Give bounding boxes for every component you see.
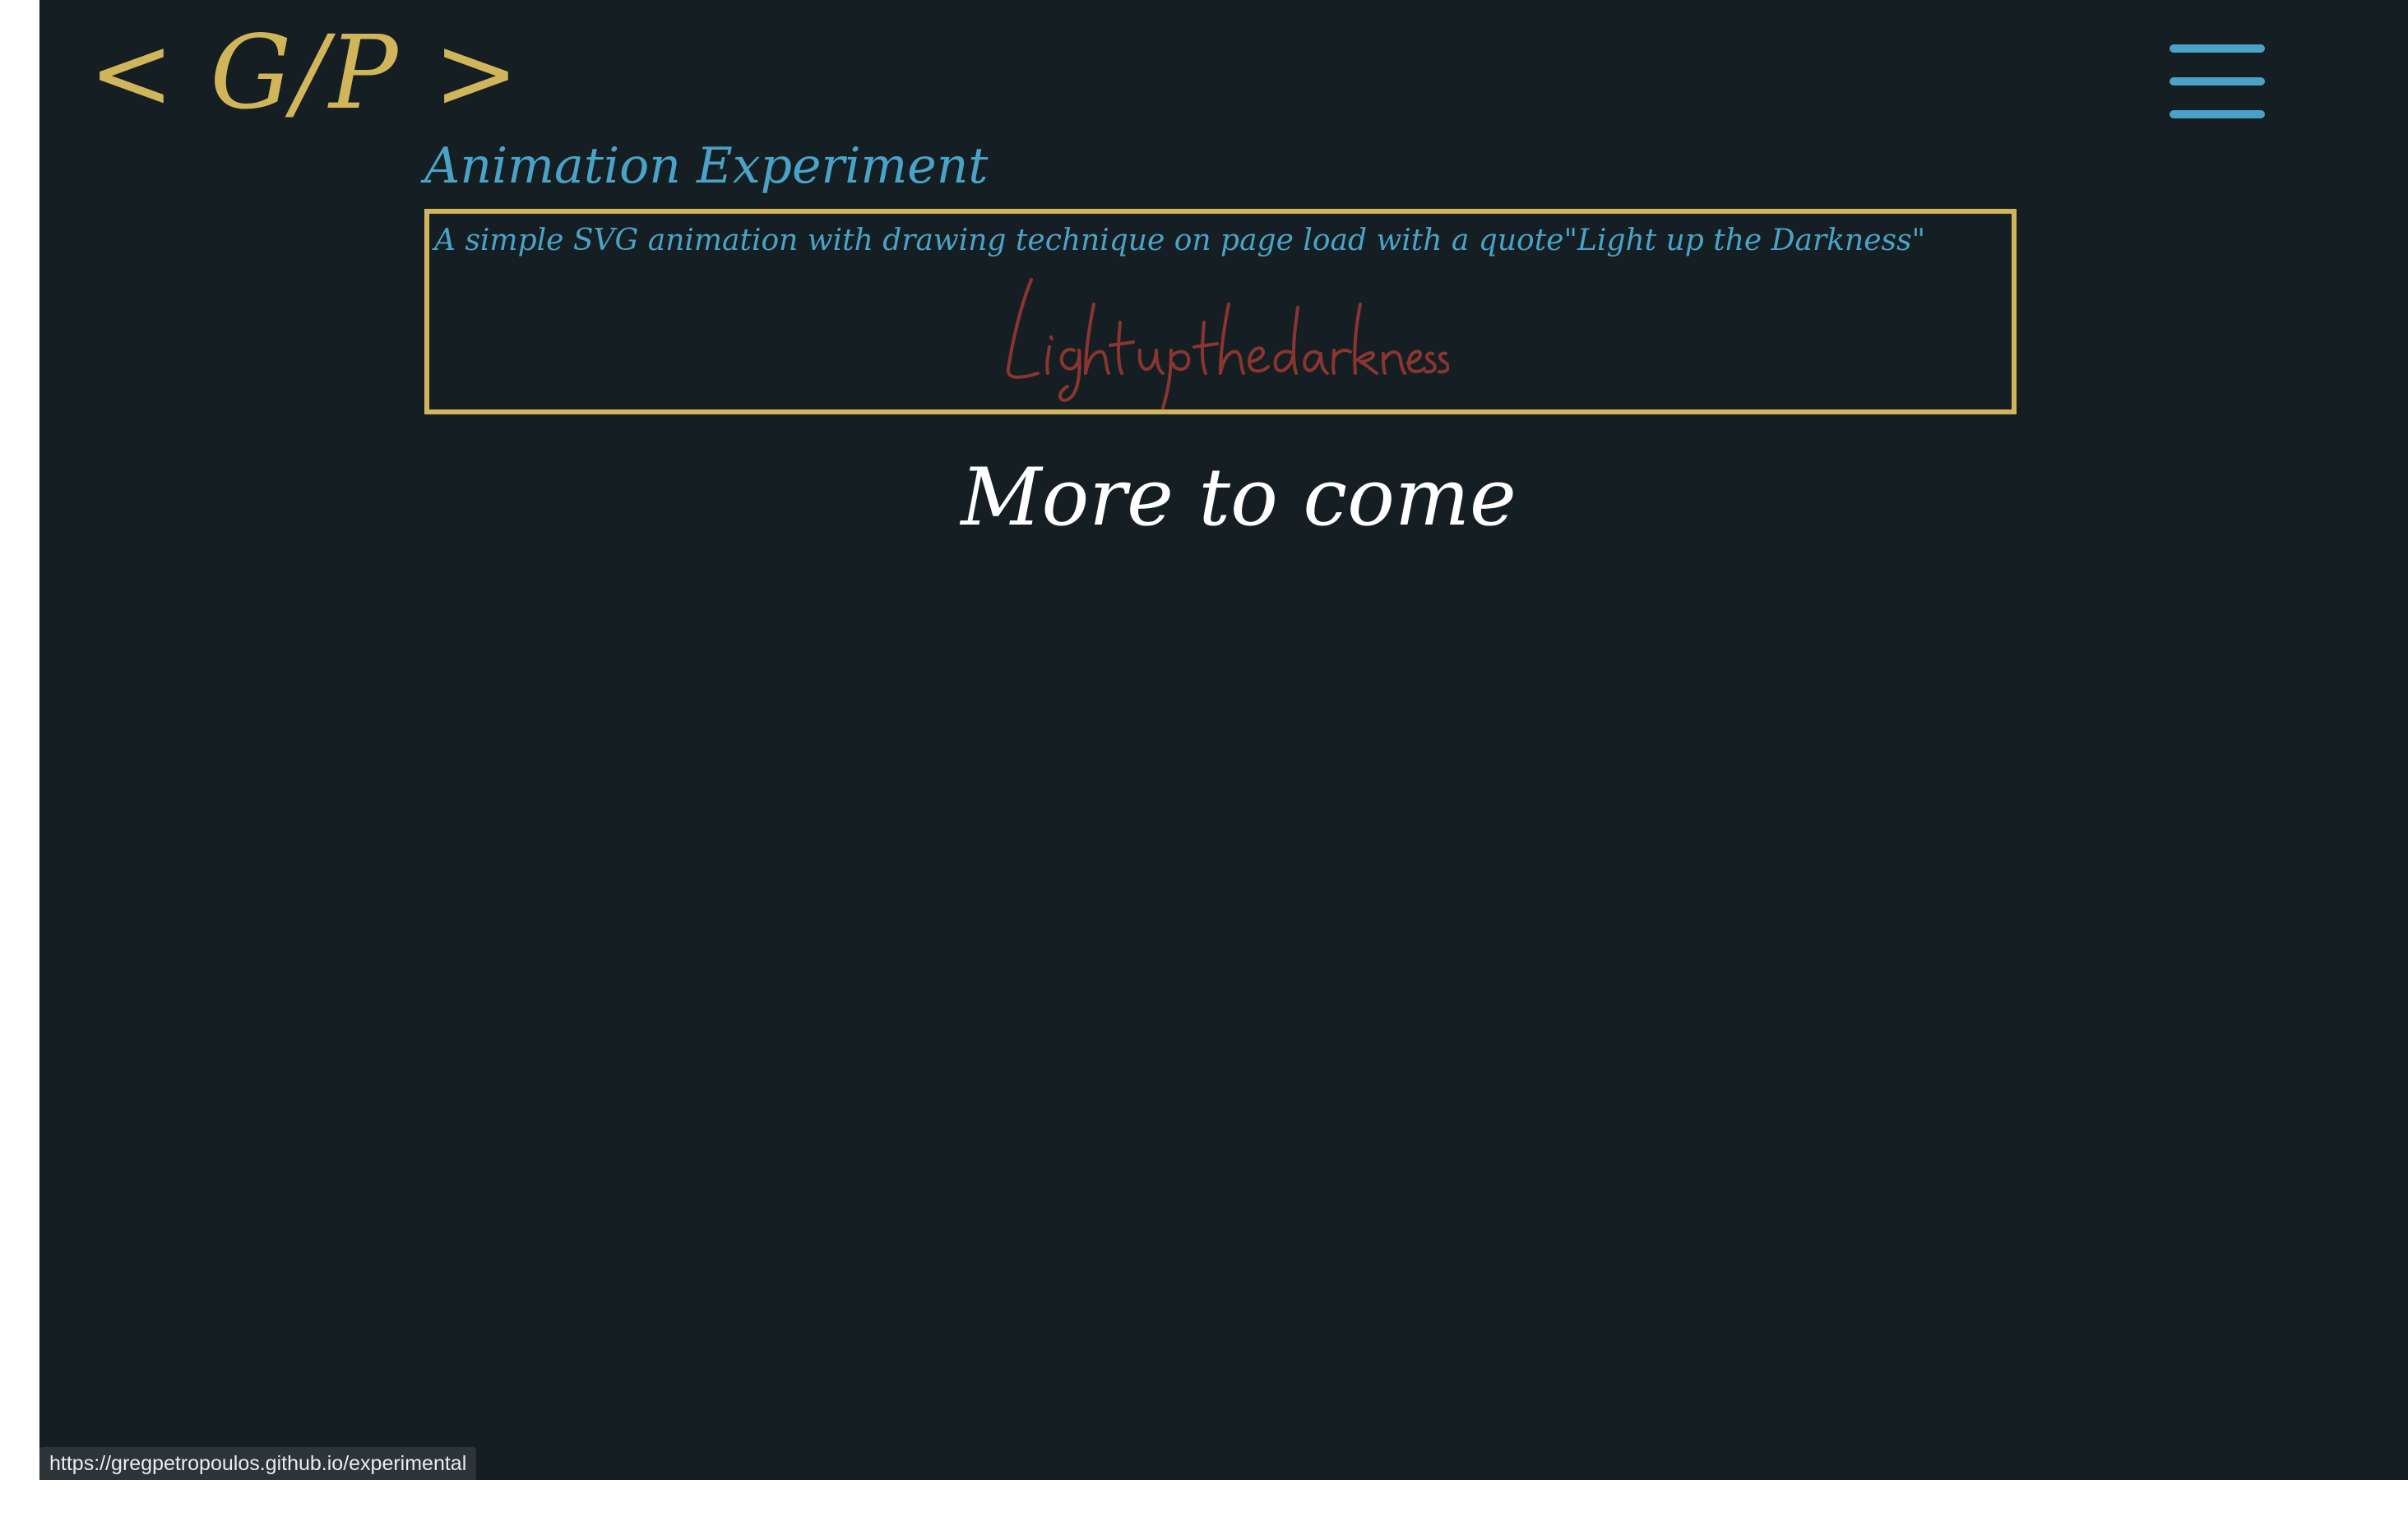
status-bar-url: https://gregpetropoulos.github.io/experi… [39,1447,477,1480]
experiment-card: A simple SVG animation with drawing tech… [424,209,2017,414]
logo-initials: G/P [210,14,400,132]
page-title: Animation Experiment [424,137,989,195]
logo-open-bracket: < [89,14,176,132]
site-logo-link[interactable]: < G/P > [89,12,521,135]
hamburger-menu-icon[interactable] [2170,44,2268,123]
logo-close-bracket: > [433,14,521,132]
page-viewport: < G/P > Animation Experiment A simple SV… [39,0,2408,1480]
menu-bar-top [2170,44,2265,53]
menu-bar-middle [2170,77,2265,86]
card-description: A simple SVG animation with drawing tech… [434,224,1926,257]
handwritten-quote-signature [1006,278,1449,409]
menu-bar-bottom [2170,110,2265,118]
more-to-come-heading: More to come [961,451,1517,543]
